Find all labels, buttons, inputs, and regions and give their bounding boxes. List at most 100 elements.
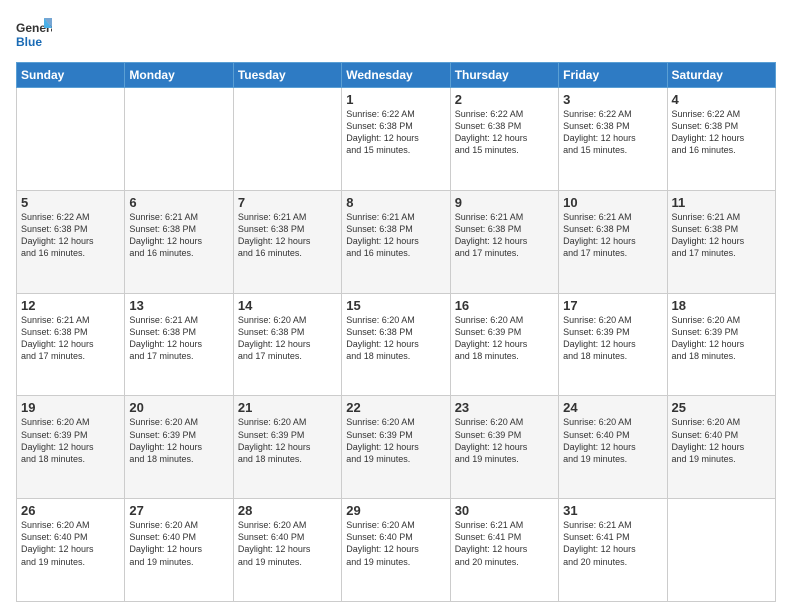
calendar-cell: 30Sunrise: 6:21 AM Sunset: 6:41 PM Dayli…	[450, 499, 558, 602]
day-number: 27	[129, 503, 228, 518]
day-info: Sunrise: 6:20 AM Sunset: 6:40 PM Dayligh…	[563, 416, 662, 465]
day-number: 22	[346, 400, 445, 415]
day-info: Sunrise: 6:21 AM Sunset: 6:41 PM Dayligh…	[563, 519, 662, 568]
day-info: Sunrise: 6:21 AM Sunset: 6:38 PM Dayligh…	[455, 211, 554, 260]
calendar-cell: 19Sunrise: 6:20 AM Sunset: 6:39 PM Dayli…	[17, 396, 125, 499]
day-info: Sunrise: 6:21 AM Sunset: 6:38 PM Dayligh…	[238, 211, 337, 260]
calendar-cell: 26Sunrise: 6:20 AM Sunset: 6:40 PM Dayli…	[17, 499, 125, 602]
day-info: Sunrise: 6:20 AM Sunset: 6:40 PM Dayligh…	[21, 519, 120, 568]
day-number: 6	[129, 195, 228, 210]
calendar-cell: 18Sunrise: 6:20 AM Sunset: 6:39 PM Dayli…	[667, 293, 775, 396]
day-number: 28	[238, 503, 337, 518]
day-info: Sunrise: 6:21 AM Sunset: 6:38 PM Dayligh…	[346, 211, 445, 260]
day-info: Sunrise: 6:21 AM Sunset: 6:38 PM Dayligh…	[563, 211, 662, 260]
header-tuesday: Tuesday	[233, 63, 341, 88]
day-info: Sunrise: 6:20 AM Sunset: 6:40 PM Dayligh…	[346, 519, 445, 568]
day-info: Sunrise: 6:20 AM Sunset: 6:40 PM Dayligh…	[238, 519, 337, 568]
calendar-cell: 3Sunrise: 6:22 AM Sunset: 6:38 PM Daylig…	[559, 88, 667, 191]
calendar-cell: 9Sunrise: 6:21 AM Sunset: 6:38 PM Daylig…	[450, 190, 558, 293]
calendar-week-2: 12Sunrise: 6:21 AM Sunset: 6:38 PM Dayli…	[17, 293, 776, 396]
day-info: Sunrise: 6:20 AM Sunset: 6:39 PM Dayligh…	[238, 416, 337, 465]
calendar-cell	[17, 88, 125, 191]
day-number: 8	[346, 195, 445, 210]
calendar-week-1: 5Sunrise: 6:22 AM Sunset: 6:38 PM Daylig…	[17, 190, 776, 293]
day-info: Sunrise: 6:21 AM Sunset: 6:38 PM Dayligh…	[129, 211, 228, 260]
calendar-week-4: 26Sunrise: 6:20 AM Sunset: 6:40 PM Dayli…	[17, 499, 776, 602]
calendar-cell: 22Sunrise: 6:20 AM Sunset: 6:39 PM Dayli…	[342, 396, 450, 499]
logo-svg: General Blue	[16, 16, 52, 54]
calendar-cell: 24Sunrise: 6:20 AM Sunset: 6:40 PM Dayli…	[559, 396, 667, 499]
header-thursday: Thursday	[450, 63, 558, 88]
calendar-cell: 25Sunrise: 6:20 AM Sunset: 6:40 PM Dayli…	[667, 396, 775, 499]
day-info: Sunrise: 6:21 AM Sunset: 6:38 PM Dayligh…	[21, 314, 120, 363]
calendar-cell: 11Sunrise: 6:21 AM Sunset: 6:38 PM Dayli…	[667, 190, 775, 293]
header-wednesday: Wednesday	[342, 63, 450, 88]
logo: General Blue	[16, 16, 52, 54]
day-number: 11	[672, 195, 771, 210]
header: General Blue	[16, 16, 776, 54]
day-info: Sunrise: 6:21 AM Sunset: 6:38 PM Dayligh…	[672, 211, 771, 260]
day-number: 30	[455, 503, 554, 518]
header-sunday: Sunday	[17, 63, 125, 88]
calendar-week-0: 1Sunrise: 6:22 AM Sunset: 6:38 PM Daylig…	[17, 88, 776, 191]
day-info: Sunrise: 6:20 AM Sunset: 6:39 PM Dayligh…	[129, 416, 228, 465]
day-info: Sunrise: 6:20 AM Sunset: 6:40 PM Dayligh…	[129, 519, 228, 568]
day-number: 16	[455, 298, 554, 313]
day-info: Sunrise: 6:22 AM Sunset: 6:38 PM Dayligh…	[21, 211, 120, 260]
calendar-week-3: 19Sunrise: 6:20 AM Sunset: 6:39 PM Dayli…	[17, 396, 776, 499]
day-number: 20	[129, 400, 228, 415]
day-info: Sunrise: 6:20 AM Sunset: 6:39 PM Dayligh…	[21, 416, 120, 465]
calendar-cell: 16Sunrise: 6:20 AM Sunset: 6:39 PM Dayli…	[450, 293, 558, 396]
calendar-cell: 29Sunrise: 6:20 AM Sunset: 6:40 PM Dayli…	[342, 499, 450, 602]
page: General Blue SundayMondayTuesdayWednesda…	[0, 0, 792, 612]
calendar-cell: 27Sunrise: 6:20 AM Sunset: 6:40 PM Dayli…	[125, 499, 233, 602]
calendar-cell: 8Sunrise: 6:21 AM Sunset: 6:38 PM Daylig…	[342, 190, 450, 293]
day-number: 7	[238, 195, 337, 210]
day-number: 17	[563, 298, 662, 313]
day-info: Sunrise: 6:20 AM Sunset: 6:38 PM Dayligh…	[346, 314, 445, 363]
calendar-cell: 1Sunrise: 6:22 AM Sunset: 6:38 PM Daylig…	[342, 88, 450, 191]
day-number: 2	[455, 92, 554, 107]
calendar-cell: 12Sunrise: 6:21 AM Sunset: 6:38 PM Dayli…	[17, 293, 125, 396]
day-number: 13	[129, 298, 228, 313]
day-info: Sunrise: 6:22 AM Sunset: 6:38 PM Dayligh…	[563, 108, 662, 157]
calendar-cell: 15Sunrise: 6:20 AM Sunset: 6:38 PM Dayli…	[342, 293, 450, 396]
calendar-cell: 20Sunrise: 6:20 AM Sunset: 6:39 PM Dayli…	[125, 396, 233, 499]
svg-text:Blue: Blue	[16, 35, 42, 49]
calendar-cell: 31Sunrise: 6:21 AM Sunset: 6:41 PM Dayli…	[559, 499, 667, 602]
calendar-header-row: SundayMondayTuesdayWednesdayThursdayFrid…	[17, 63, 776, 88]
day-number: 25	[672, 400, 771, 415]
calendar-cell: 10Sunrise: 6:21 AM Sunset: 6:38 PM Dayli…	[559, 190, 667, 293]
calendar-cell	[667, 499, 775, 602]
day-number: 9	[455, 195, 554, 210]
day-info: Sunrise: 6:20 AM Sunset: 6:39 PM Dayligh…	[455, 314, 554, 363]
header-friday: Friday	[559, 63, 667, 88]
day-info: Sunrise: 6:22 AM Sunset: 6:38 PM Dayligh…	[672, 108, 771, 157]
calendar-cell: 28Sunrise: 6:20 AM Sunset: 6:40 PM Dayli…	[233, 499, 341, 602]
calendar-cell: 4Sunrise: 6:22 AM Sunset: 6:38 PM Daylig…	[667, 88, 775, 191]
day-info: Sunrise: 6:22 AM Sunset: 6:38 PM Dayligh…	[455, 108, 554, 157]
calendar: SundayMondayTuesdayWednesdayThursdayFrid…	[16, 62, 776, 602]
calendar-cell: 5Sunrise: 6:22 AM Sunset: 6:38 PM Daylig…	[17, 190, 125, 293]
calendar-cell: 13Sunrise: 6:21 AM Sunset: 6:38 PM Dayli…	[125, 293, 233, 396]
day-number: 24	[563, 400, 662, 415]
calendar-cell: 23Sunrise: 6:20 AM Sunset: 6:39 PM Dayli…	[450, 396, 558, 499]
day-info: Sunrise: 6:22 AM Sunset: 6:38 PM Dayligh…	[346, 108, 445, 157]
day-number: 12	[21, 298, 120, 313]
day-info: Sunrise: 6:20 AM Sunset: 6:39 PM Dayligh…	[672, 314, 771, 363]
day-info: Sunrise: 6:20 AM Sunset: 6:39 PM Dayligh…	[563, 314, 662, 363]
header-monday: Monday	[125, 63, 233, 88]
calendar-cell: 6Sunrise: 6:21 AM Sunset: 6:38 PM Daylig…	[125, 190, 233, 293]
day-number: 14	[238, 298, 337, 313]
day-number: 31	[563, 503, 662, 518]
day-info: Sunrise: 6:21 AM Sunset: 6:41 PM Dayligh…	[455, 519, 554, 568]
day-number: 26	[21, 503, 120, 518]
day-number: 19	[21, 400, 120, 415]
calendar-cell	[233, 88, 341, 191]
header-saturday: Saturday	[667, 63, 775, 88]
calendar-cell: 2Sunrise: 6:22 AM Sunset: 6:38 PM Daylig…	[450, 88, 558, 191]
day-number: 18	[672, 298, 771, 313]
day-info: Sunrise: 6:20 AM Sunset: 6:38 PM Dayligh…	[238, 314, 337, 363]
day-number: 10	[563, 195, 662, 210]
day-number: 15	[346, 298, 445, 313]
